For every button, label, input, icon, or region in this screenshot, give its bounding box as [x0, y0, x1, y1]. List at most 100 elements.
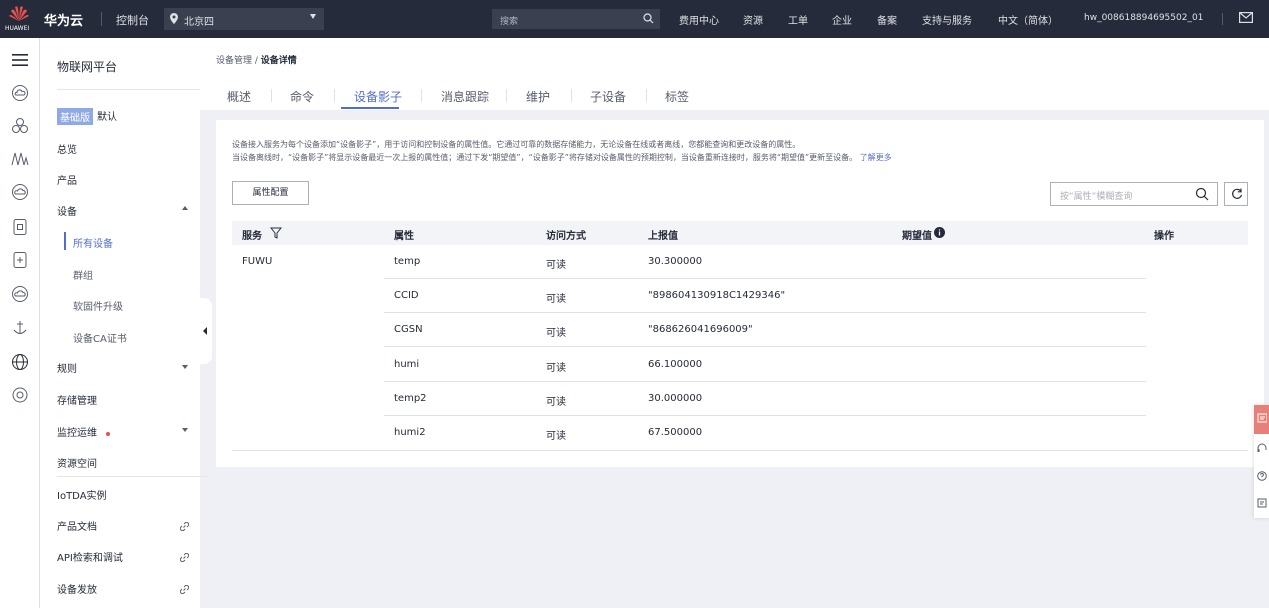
divider: [57, 89, 207, 90]
mail-icon[interactable]: [1239, 12, 1253, 23]
anchor-icon[interactable]: [11, 319, 29, 337]
description-line-2: 当设备离线时，“设备影子”将显示设备最近一次上报的属性值；通过下发“期望值”，“…: [232, 152, 892, 163]
headset-icon[interactable]: [1257, 443, 1267, 453]
globe-icon[interactable]: [11, 353, 29, 371]
service-name: FUWU: [242, 256, 273, 267]
tab-maintenance[interactable]: 维护: [526, 88, 550, 105]
reported-value: 30.300000: [648, 256, 703, 267]
device-shadow-panel: 设备接入服务为每个设备添加“设备影子”，用于访问和控制设备的属性值。它通过可靠的…: [216, 120, 1264, 467]
sidebar-item-devices[interactable]: 设备: [57, 203, 77, 218]
chevron-up-icon[interactable]: [182, 206, 188, 210]
search-icon[interactable]: [1195, 187, 1209, 201]
access-mode: 可读: [546, 294, 566, 305]
row-divider: [384, 346, 1146, 347]
console-link[interactable]: 控制台: [116, 12, 149, 28]
user-account[interactable]: hw_008618894695502_01: [1084, 13, 1203, 23]
access-mode: 可读: [546, 260, 566, 271]
cloud-link-icon[interactable]: [11, 285, 29, 303]
sidebar-item-monitoring[interactable]: 监控运维: [57, 424, 97, 439]
divider: [506, 89, 507, 102]
property-filter-input[interactable]: 按“属性”模糊查询: [1050, 182, 1218, 206]
row-divider: [384, 278, 1146, 279]
reported-value: 66.100000: [648, 359, 703, 370]
external-link-icon: [180, 522, 189, 531]
nav-icp[interactable]: 备案: [877, 12, 897, 27]
sidebar-item-resource-space[interactable]: 资源空间: [57, 455, 97, 470]
instance-label[interactable]: 默认: [97, 108, 117, 123]
description-text: 当设备离线时，“设备影子”将显示设备最近一次上报的属性值；通过下发“期望值”，“…: [232, 153, 858, 162]
brand-name[interactable]: 华为云: [44, 10, 83, 29]
sidebar-item-iotda-instance[interactable]: IoTDA实例: [57, 487, 107, 502]
chat-icon: [1257, 413, 1267, 423]
huawei-logo[interactable]: HUAWEI: [4, 4, 34, 34]
language-selector[interactable]: 中文（简体）: [998, 12, 1058, 27]
tab-commands[interactable]: 命令: [290, 88, 314, 105]
sidebar-item-overview[interactable]: 总览: [57, 141, 77, 156]
sidebar-item-storage[interactable]: 存储管理: [57, 392, 97, 407]
row-divider: [384, 312, 1146, 313]
top-bar: HUAWEI 华为云 控制台 北京四 搜索 费用中心 资源 工单 企业 备案 支…: [0, 0, 1269, 38]
sidebar-collapse-handle[interactable]: [200, 298, 212, 364]
row-divider: [384, 381, 1146, 382]
sidebar-item-all-devices[interactable]: 所有设备: [73, 235, 113, 250]
info-icon[interactable]: [934, 227, 945, 238]
table-bottom-border: [232, 450, 1248, 451]
refresh-button[interactable]: [1224, 182, 1248, 206]
tab-sub-devices[interactable]: 子设备: [590, 88, 626, 105]
floating-toolbar: [1254, 405, 1269, 518]
row-divider: [384, 415, 1146, 416]
column-reported-value: 上报值: [648, 231, 678, 242]
location-pin-icon: [170, 13, 178, 24]
property-config-button[interactable]: 属性配置: [232, 181, 309, 205]
notes-icon[interactable]: [1257, 498, 1267, 508]
nav-resources[interactable]: 资源: [743, 12, 763, 27]
divider: [271, 89, 272, 102]
sidebar-item-api-explorer[interactable]: API检索和调试: [57, 549, 123, 564]
access-mode: 可读: [546, 328, 566, 339]
filter-icon[interactable]: [270, 227, 282, 239]
reported-value: "898604130918C1429346": [648, 290, 786, 301]
sidebar-item-product-docs[interactable]: 产品文档: [57, 518, 97, 533]
tab-message-trace[interactable]: 消息跟踪: [441, 88, 489, 105]
filter-placeholder: 按“属性”模糊查询: [1060, 192, 1133, 202]
circle-icon[interactable]: [11, 386, 29, 404]
chevron-down-icon[interactable]: [182, 365, 188, 369]
breadcrumb-device-management[interactable]: 设备管理: [216, 56, 252, 66]
wave-icon[interactable]: [11, 150, 29, 168]
property-name: temp2: [394, 393, 427, 404]
sidebar-item-groups[interactable]: 群组: [73, 267, 93, 282]
tab-overview[interactable]: 概述: [227, 88, 251, 105]
help-icon[interactable]: [1257, 471, 1267, 481]
search-icon[interactable]: [643, 13, 654, 24]
device-icon[interactable]: [11, 251, 29, 269]
sidebar-item-provisioning[interactable]: 设备发放: [57, 581, 97, 596]
sidebar-item-rules[interactable]: 规则: [57, 360, 77, 375]
sidebar-item-products[interactable]: 产品: [57, 172, 77, 187]
nav-support[interactable]: 支持与服务: [922, 12, 972, 27]
property-name: temp: [394, 256, 421, 267]
property-name: humi: [394, 359, 420, 370]
huawei-logo-icon: [9, 6, 29, 21]
cloud-outline-icon[interactable]: [11, 183, 29, 201]
menu-icon[interactable]: [11, 51, 29, 69]
nav-tickets[interactable]: 工单: [788, 12, 808, 27]
cloud-icon[interactable]: [11, 84, 29, 102]
external-link-icon: [180, 553, 189, 562]
sidebar-item-firmware-upgrade[interactable]: 软固件升级: [73, 298, 123, 313]
chevron-down-icon: [310, 14, 316, 19]
sidebar-item-device-ca[interactable]: 设备CA证书: [73, 330, 127, 345]
reported-value: "868626041696009": [648, 324, 753, 335]
access-mode: 可读: [546, 397, 566, 408]
page-header: 设备管理 / 设备详情 概述 命令 设备影子 消息跟踪 维护 子设备 标签: [200, 38, 1269, 110]
box-icon[interactable]: [11, 218, 29, 236]
feedback-button[interactable]: [1254, 405, 1269, 434]
global-search-input[interactable]: 搜索: [492, 9, 660, 29]
chevron-down-icon[interactable]: [182, 428, 188, 432]
tab-device-shadow[interactable]: 设备影子: [354, 88, 402, 105]
region-selector[interactable]: 北京四: [164, 8, 324, 30]
tab-tags[interactable]: 标签: [665, 88, 689, 105]
nav-billing[interactable]: 费用中心: [679, 12, 719, 27]
nav-enterprise[interactable]: 企业: [832, 12, 852, 27]
learn-more-link[interactable]: 了解更多: [860, 153, 892, 162]
cluster-icon[interactable]: [11, 117, 29, 135]
